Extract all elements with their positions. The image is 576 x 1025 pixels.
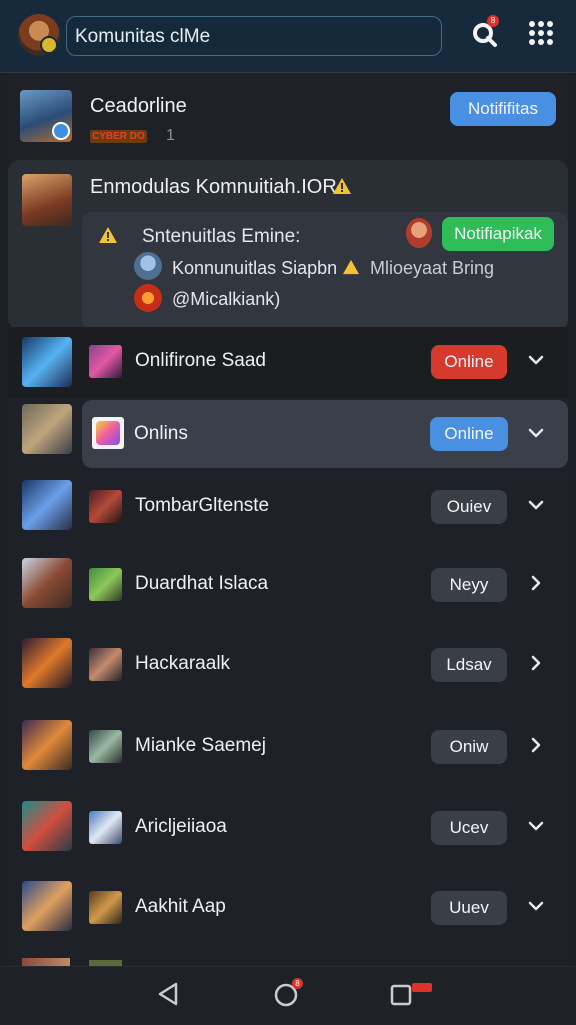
status-badge[interactable]: Online	[430, 417, 508, 451]
member-extra: Mlioeyaat Bring	[370, 258, 495, 278]
list-item-name: Onlifirone Saad	[135, 350, 266, 371]
community-subcard[interactable]: Sntenuitlas Emine: Notifiapikak Konnunui…	[82, 212, 568, 330]
status-badge[interactable]: Uuev	[431, 891, 507, 925]
community-title: Enmodulas Komnuitiah.IOR	[90, 176, 337, 198]
game-icon	[89, 490, 122, 523]
list-item-highlight: Onlins Online	[82, 400, 568, 468]
community-thumbnail	[22, 174, 72, 226]
game-thumbnail	[22, 958, 70, 966]
game-thumbnail	[22, 404, 72, 454]
list-item-name: Hackaraalk	[135, 653, 231, 674]
member-avatar	[406, 218, 432, 248]
chevron-down-icon[interactable]	[525, 422, 547, 444]
list-item-name: Onlins	[134, 423, 188, 444]
game-icon	[89, 811, 122, 844]
game-icon	[89, 568, 122, 601]
list-item-name: Duardhat Islaca	[135, 573, 269, 594]
chevron-down-icon[interactable]	[525, 349, 547, 371]
list-item-name: TombarGltenste	[135, 495, 270, 516]
profile-tag: CYBER DO	[90, 130, 147, 143]
search-notification-button[interactable]: 8	[470, 15, 500, 50]
list-item[interactable]: TombarGltenste Ouiev	[8, 472, 568, 542]
game-thumbnail	[22, 638, 72, 688]
warning-icon	[343, 259, 359, 275]
profile-name: Ceadorline	[90, 95, 187, 117]
game-icon	[92, 417, 124, 449]
user-avatar[interactable]	[18, 14, 60, 56]
list-item[interactable]: Hackaraalk Ldsav	[8, 630, 568, 700]
chevron-right-icon[interactable]	[525, 734, 547, 756]
top-bar: Komunitas clMe 8	[0, 0, 576, 73]
list-item[interactable]: Onlifirone Saad Online	[8, 327, 568, 397]
search-input-value: Komunitas clMe	[75, 26, 211, 47]
status-badge[interactable]: Online	[431, 345, 507, 379]
game-icon	[89, 345, 122, 378]
recents-button[interactable]	[390, 981, 434, 1007]
subcard-notify-button[interactable]: Notifiapikak	[442, 217, 554, 251]
status-badge[interactable]: Oniw	[431, 730, 507, 764]
list-item[interactable]: Aricljeiiaoa Ucev	[8, 793, 568, 863]
home-badge: 8	[292, 978, 303, 989]
game-icon	[89, 648, 122, 681]
game-thumbnail	[22, 337, 72, 387]
list-item[interactable]: Aakhit Aap Uuev	[8, 873, 568, 943]
game-thumbnail	[22, 558, 72, 608]
notification-badge: 8	[487, 15, 499, 27]
home-button[interactable]: 8	[272, 978, 303, 1009]
profile-count: 1	[166, 127, 175, 144]
member-avatar	[134, 284, 162, 312]
status-badge[interactable]: Neyy	[431, 568, 507, 602]
chevron-right-icon[interactable]	[525, 652, 547, 674]
list-item-name: Aricljeiiaoa	[135, 816, 227, 837]
warning-icon	[333, 178, 351, 194]
profile-notify-button[interactable]: Notififitas	[450, 92, 556, 126]
chevron-down-icon[interactable]	[525, 895, 547, 917]
game-thumbnail	[22, 720, 72, 770]
list-item-name: Aakhit Aap	[135, 896, 226, 917]
warning-icon	[99, 227, 117, 243]
list-item[interactable]: Mianke Saemej Oniw	[8, 712, 568, 782]
back-icon[interactable]	[156, 981, 180, 1007]
chevron-down-icon[interactable]	[525, 494, 547, 516]
recents-icon	[390, 983, 432, 1006]
game-thumbnail	[22, 480, 72, 530]
member-handle: @Micalkiank)	[172, 289, 281, 309]
member-avatar	[134, 252, 162, 280]
community-card: Enmodulas Komnuitiah.IOR Sntenuitlas Emi…	[8, 160, 568, 330]
chevron-right-icon[interactable]	[525, 572, 547, 594]
profile-card[interactable]: Ceadorline CYBER DO 1 Notififitas	[8, 78, 568, 156]
bottom-navigation: 8	[0, 966, 576, 1025]
member-name: Konnunuitlas Siapbn	[172, 258, 338, 278]
status-badge[interactable]: Ouiev	[431, 490, 507, 524]
grid-menu-button[interactable]	[528, 20, 558, 50]
verified-icon	[52, 122, 70, 140]
list-item[interactable]: Duardhat Islaca Neyy	[8, 550, 568, 620]
status-badge[interactable]: Ucev	[431, 811, 507, 845]
game-icon	[89, 891, 122, 924]
profile-avatar	[20, 90, 72, 142]
game-thumbnail	[22, 801, 72, 851]
chevron-down-icon[interactable]	[525, 815, 547, 837]
grid-icon	[529, 21, 553, 45]
list-item[interactable]: Onlins Online	[8, 400, 568, 470]
game-icon	[89, 730, 122, 763]
subcard-title: Sntenuitlas Emine:	[142, 226, 301, 247]
status-badge[interactable]: Ldsav	[431, 648, 507, 682]
search-input[interactable]: Komunitas clMe	[66, 16, 442, 56]
game-thumbnail	[22, 881, 72, 931]
list-item-name: Mianke Saemej	[135, 735, 266, 756]
